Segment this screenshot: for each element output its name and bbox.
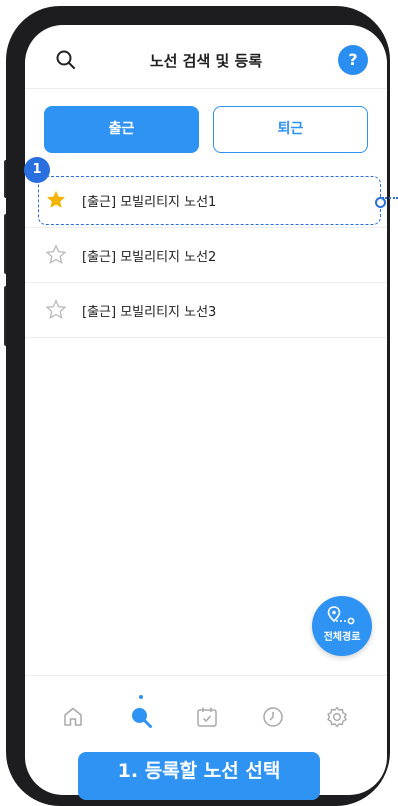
header-divider	[25, 88, 387, 89]
selection-highlight	[38, 176, 381, 225]
app-screen: 노선 검색 및 등록 ? 출근 퇴근 [출근] 모빌리티지 노선1 [출근] 모…	[25, 25, 387, 795]
route-list-item[interactable]: [출근] 모빌리티지 노선3	[25, 283, 387, 338]
step-badge: 1	[24, 157, 50, 183]
route-label: [출근] 모빌리티지 노선2	[82, 250, 217, 265]
calendar-check-icon[interactable]	[195, 705, 219, 729]
clock-icon[interactable]	[261, 705, 285, 729]
settings-icon[interactable]	[325, 705, 349, 729]
route-pin-icon	[327, 606, 355, 625]
active-indicator-dot	[139, 695, 143, 699]
route-label: [출근] 모빌리티지 노선3	[82, 305, 217, 320]
step-caption: 1. 등록할 노선 선택	[78, 752, 320, 800]
route-list-item[interactable]: [출근] 모빌리티지 노선2	[25, 228, 387, 283]
tab-leave-work[interactable]: 퇴근	[213, 106, 368, 153]
bottom-nav-divider	[25, 675, 387, 676]
search-icon[interactable]	[129, 705, 153, 729]
full-route-label: 전체경로	[323, 632, 361, 643]
app-header: 노선 검색 및 등록 ?	[25, 39, 387, 83]
star-outline-icon[interactable]	[45, 244, 67, 266]
star-outline-icon[interactable]	[45, 299, 67, 321]
phone-frame: 노선 검색 및 등록 ? 출근 퇴근 [출근] 모빌리티지 노선1 [출근] 모…	[6, 6, 390, 806]
help-button[interactable]: ?	[338, 45, 368, 75]
full-route-button[interactable]: 전체경로	[312, 596, 372, 656]
page-title: 노선 검색 및 등록	[149, 52, 263, 70]
home-icon[interactable]	[61, 705, 85, 729]
tab-go-to-work[interactable]: 출근	[44, 106, 199, 153]
annotation-connector-line	[382, 197, 398, 199]
